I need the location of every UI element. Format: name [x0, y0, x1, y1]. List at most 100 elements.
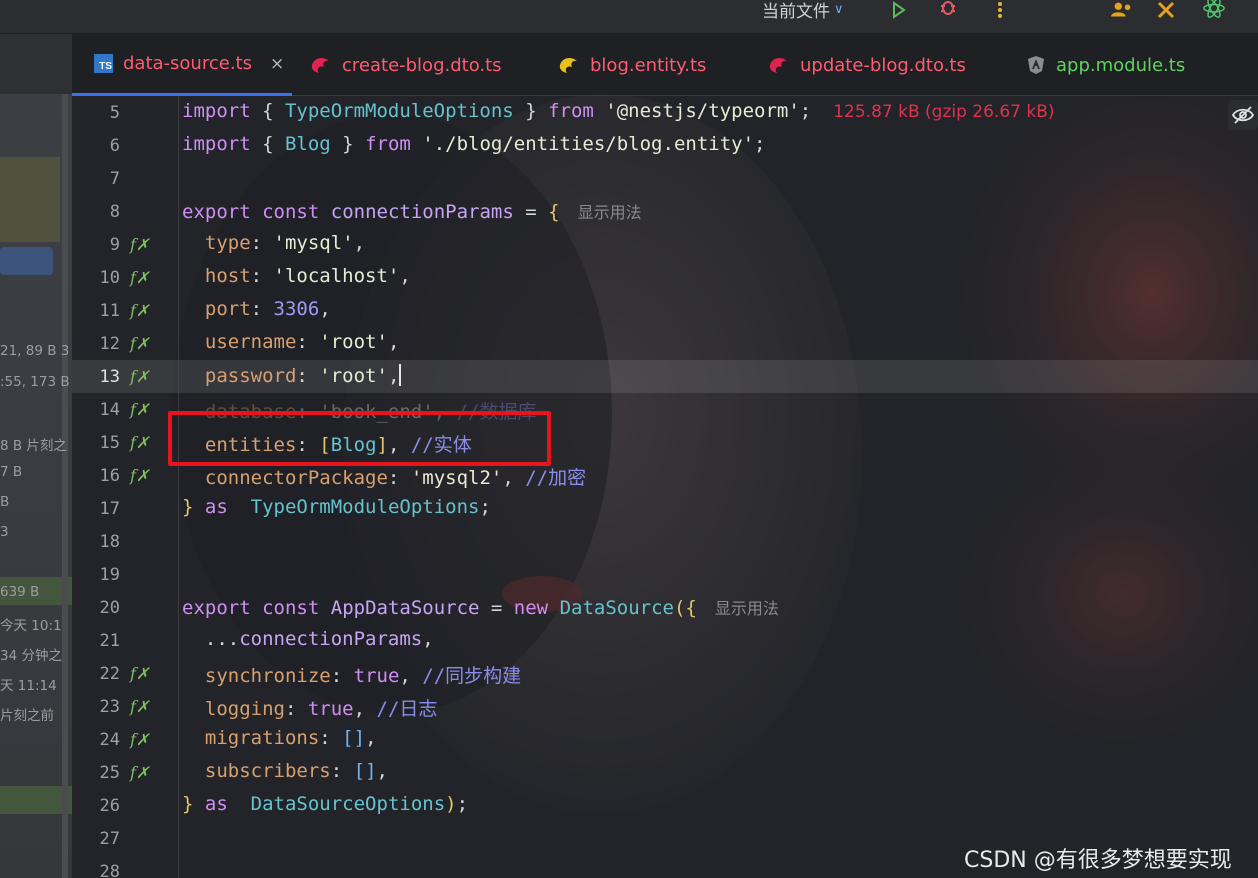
tab-app-module[interactable]: app.module.ts	[1004, 34, 1185, 96]
project-panel: 21, 89 B 3 :55, 173 B 8 B 片刻之 7 B B 3 63…	[0, 34, 72, 878]
bracket: )	[445, 793, 457, 815]
debug-icon[interactable]	[936, 0, 960, 20]
code-line[interactable]: } as TypeOrmModuleOptions;	[182, 496, 491, 518]
keyword: new	[513, 597, 549, 619]
punct: ;	[754, 133, 766, 155]
string: 'root'	[319, 365, 388, 387]
run-icon[interactable]	[886, 0, 910, 20]
keyword: true	[307, 698, 354, 720]
punct: ,	[387, 365, 400, 387]
string: '@nestjs/typeorm'	[605, 100, 800, 122]
string: './blog/entities/blog.entity'	[422, 133, 755, 155]
usages-hint[interactable]: 显示用法	[715, 599, 779, 618]
punct: :	[284, 698, 308, 720]
line-number: 13	[99, 367, 120, 387]
property: port	[204, 298, 251, 320]
property: password	[204, 365, 297, 387]
angular-icon	[1028, 56, 1044, 74]
file-meta: 639 B	[0, 584, 40, 600]
editor-tabs: TS data-source.ts × create-blog.dto.ts b…	[72, 34, 1258, 96]
property-marker-icon[interactable]: f✗	[130, 400, 149, 419]
property-marker-icon[interactable]: f✗	[130, 433, 149, 452]
punct: {	[250, 133, 285, 155]
comment: //日志	[376, 698, 438, 720]
keyword: as	[193, 793, 240, 815]
line-number: 7	[109, 169, 120, 189]
property-marker-icon[interactable]: f✗	[130, 466, 149, 485]
tab-blog-entity[interactable]: blog.entity.ts	[536, 34, 706, 96]
build-icon[interactable]	[1156, 0, 1180, 20]
code-line[interactable]: import { Blog } from './blog/entities/bl…	[182, 133, 765, 155]
line-number: 8	[109, 202, 120, 222]
line-number: 22	[99, 664, 120, 684]
tab-create-blog-dto[interactable]: create-blog.dto.ts	[288, 34, 502, 96]
tab-data-source[interactable]: TS data-source.ts ×	[72, 34, 292, 96]
property-marker-icon[interactable]: f✗	[130, 697, 149, 716]
code-line[interactable]: logging: true, //日志	[182, 694, 438, 721]
string: 'mysql2'	[410, 467, 503, 489]
identifier: Blog	[284, 133, 331, 155]
file-meta: 21, 89 B 3	[0, 343, 70, 359]
property: type	[204, 232, 251, 254]
file-meta: 34 分钟之	[0, 648, 62, 664]
line-number: 15	[99, 433, 120, 453]
code-line[interactable]: } as DataSourceOptions);	[182, 793, 468, 815]
usages-hint[interactable]: 显示用法	[578, 203, 642, 222]
punct: }	[330, 133, 366, 155]
property-marker-icon[interactable]: f✗	[130, 730, 149, 749]
punct: ;	[456, 793, 469, 815]
bracket: }	[182, 496, 194, 518]
line-number: 21	[99, 631, 120, 651]
keyword: as	[193, 496, 240, 518]
code-line[interactable]: username: 'root',	[182, 331, 400, 353]
code-line[interactable]: import { TypeOrmModuleOptions } from '@n…	[182, 100, 1055, 122]
line-number: 26	[99, 796, 120, 816]
punct: ,	[399, 665, 423, 687]
tab-label: update-blog.dto.ts	[800, 54, 966, 76]
punct: ;	[479, 496, 491, 518]
punct: ;	[799, 100, 812, 122]
property-marker-icon[interactable]: f✗	[130, 301, 149, 320]
code-line[interactable]: type: 'mysql',	[182, 232, 365, 254]
property-marker-icon[interactable]: f✗	[130, 367, 149, 386]
punct: =	[513, 201, 549, 223]
reader-mode-icon[interactable]	[1228, 100, 1258, 130]
close-icon[interactable]: ×	[270, 54, 284, 74]
code-line[interactable]: export const connectionParams = {显示用法	[182, 199, 642, 223]
panel-scrollbar[interactable]	[62, 94, 68, 878]
property-marker-icon[interactable]: f✗	[130, 664, 149, 683]
code-line[interactable]: host: 'localhost',	[182, 265, 411, 287]
main-toolbar: 当前文件 ∨	[0, 0, 1258, 34]
keyword: const	[262, 597, 320, 619]
keyword: export	[182, 201, 251, 223]
bracket: []	[342, 727, 366, 749]
code-line[interactable]: password: 'root',	[182, 364, 402, 387]
punct: }	[513, 100, 549, 122]
tab-update-blog-dto[interactable]: update-blog.dto.ts	[746, 34, 966, 96]
line-number: 11	[99, 301, 120, 321]
code-line[interactable]: subscribers: [],	[182, 760, 388, 782]
line-number: 6	[109, 136, 120, 156]
selected-file-row[interactable]	[0, 247, 53, 275]
property-marker-icon[interactable]: f✗	[130, 763, 149, 782]
code-line[interactable]: migrations: [],	[182, 727, 377, 749]
property: host	[204, 265, 251, 287]
highlighted-folder-row[interactable]	[0, 157, 60, 242]
run-config-selector[interactable]: 当前文件 ∨	[762, 0, 844, 22]
code-line[interactable]: export const AppDataSource = new DataSou…	[182, 595, 779, 619]
code-editor[interactable]: TS data-source.ts × create-blog.dto.ts b…	[72, 34, 1258, 878]
property-marker-icon[interactable]: f✗	[130, 334, 149, 353]
code-line[interactable]: synchronize: true, //同步构建	[182, 661, 521, 688]
code-line[interactable]: port: 3306,	[182, 298, 331, 320]
keyword: true	[353, 665, 400, 687]
code-line[interactable]: ...connectionParams,	[182, 628, 434, 650]
code-with-me-icon[interactable]	[1110, 0, 1134, 20]
property-marker-icon[interactable]: f✗	[130, 235, 149, 254]
more-icon[interactable]	[988, 0, 1012, 20]
punct: :	[330, 760, 354, 782]
code-line[interactable]: connectorPackage: 'mysql2', //加密	[182, 463, 586, 490]
property-marker-icon[interactable]: f✗	[130, 268, 149, 287]
property: synchronize	[204, 665, 331, 687]
react-icon[interactable]	[1202, 0, 1226, 20]
